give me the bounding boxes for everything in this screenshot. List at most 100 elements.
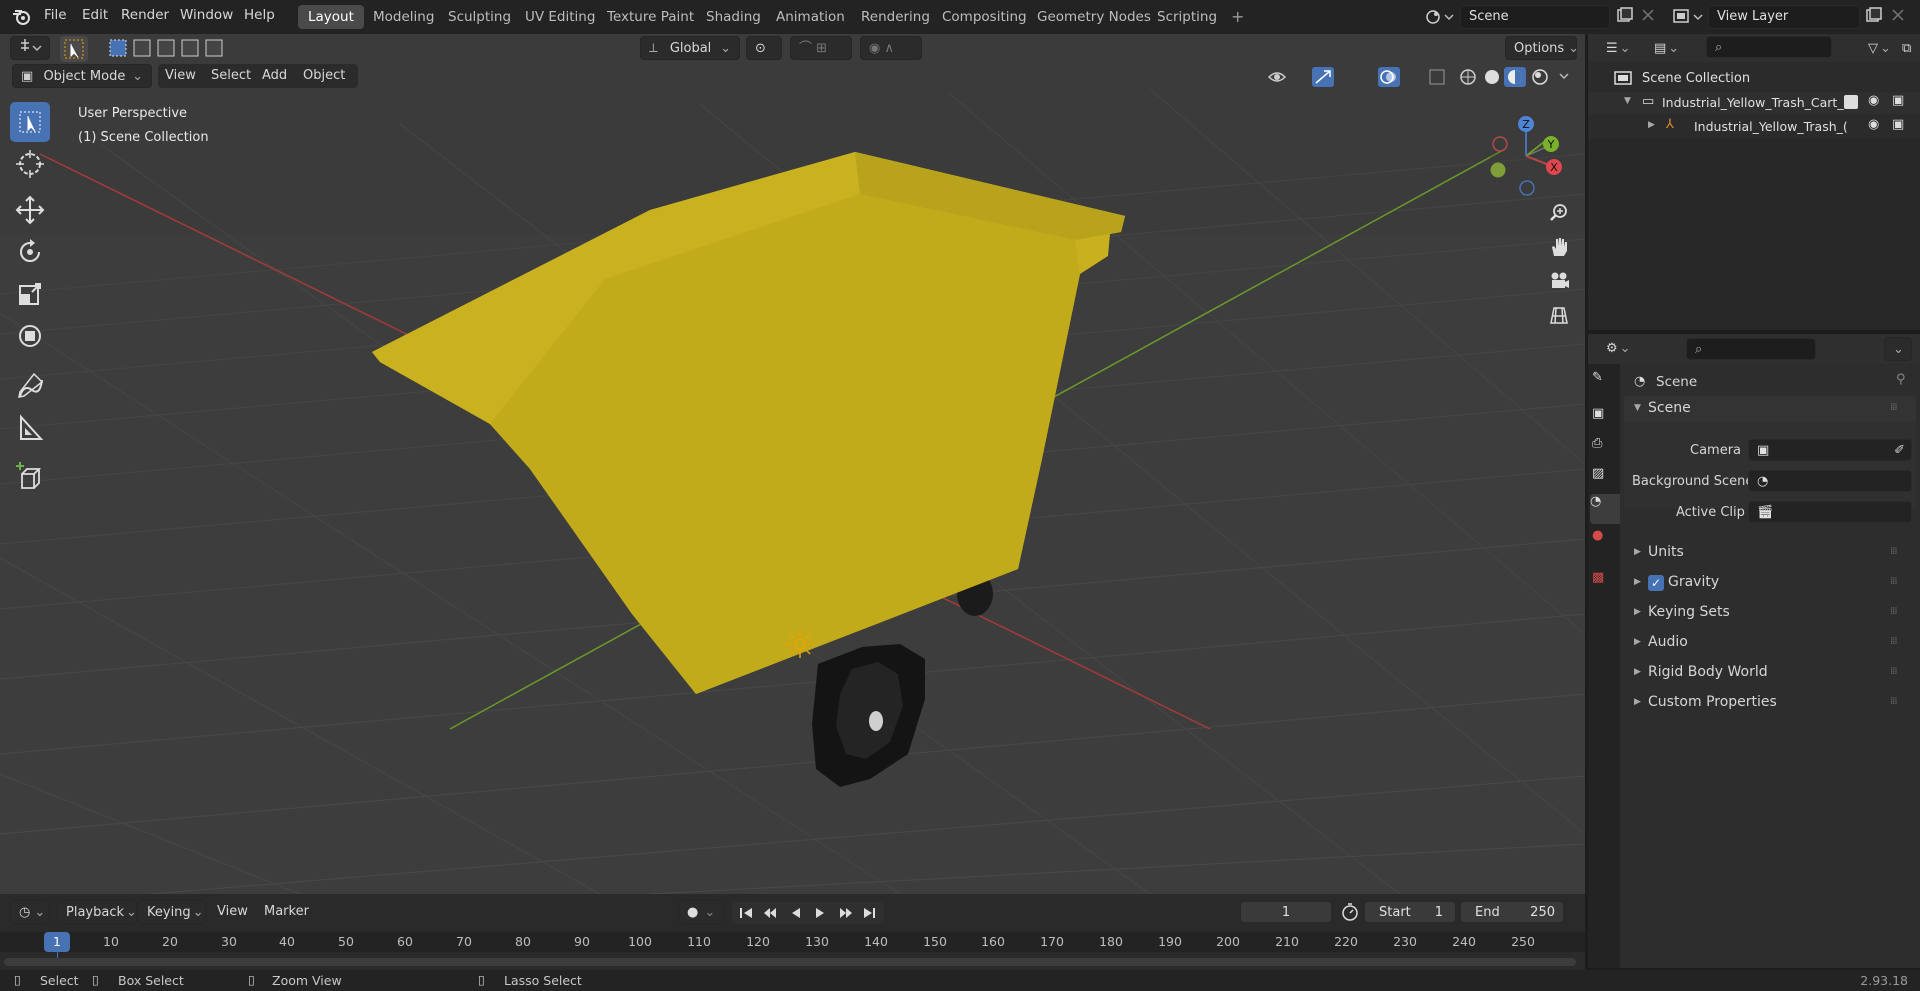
prev-keyframe-icon[interactable] [764, 908, 776, 918]
view-layer-tab-icon[interactable]: ▨ [1592, 466, 1620, 496]
tab-shading[interactable]: Shading [696, 5, 771, 29]
camera-render-icon[interactable]: ▣ [1892, 117, 1904, 132]
output-tab-icon[interactable]: ⎙ [1592, 436, 1620, 466]
timeline-editor[interactable]: ◷ ⌄ Playback ⌄ Keying ⌄ View Marker ● ⌄ 1 St… [0, 894, 1585, 972]
keying-menu[interactable]: Keying ⌄ [138, 900, 206, 924]
drag-handle-icon[interactable]: ⁞⁞⁞ [1890, 576, 1897, 587]
current-frame-field[interactable]: 1 [1240, 901, 1332, 923]
timeline-scrollbar[interactable] [4, 958, 1576, 966]
menu-edit[interactable]: Edit [82, 7, 108, 23]
tool-tab-icon[interactable]: ✎ [1592, 370, 1620, 400]
scene-tab-icon[interactable]: ◔ [1590, 494, 1620, 524]
new-collection-icon[interactable]: ⧉ [1894, 37, 1918, 61]
outliner-editor-type-icon[interactable]: ☰ ⌄ [1598, 37, 1632, 61]
xray-toggle-icon[interactable] [1429, 69, 1445, 85]
start-frame-field[interactable]: Start 1 [1364, 901, 1456, 923]
timeline-editor-type-button[interactable]: ◷ ⌄ [10, 900, 50, 924]
perspective-toggle-icon[interactable] [1546, 302, 1572, 328]
menu-help[interactable]: Help [244, 7, 275, 23]
outliner-row-object[interactable]: ▶ ⅄ Industrial_Yellow_Trash_( ◉ ▣ [1588, 116, 1920, 138]
tab-texture-paint[interactable]: Texture Paint [597, 5, 704, 29]
remove-scene-icon[interactable] [1641, 8, 1655, 22]
properties-search-input[interactable]: ⌕ [1686, 338, 1816, 360]
scene-selector[interactable]: Scene [1460, 5, 1610, 29]
keying-sets-section[interactable]: ▶ Keying Sets ⁞⁞⁞ [1624, 602, 1916, 624]
rotate-tool[interactable] [10, 232, 50, 272]
select-tool-mode-icon[interactable] [60, 36, 88, 62]
proportional-edit-icon[interactable]: ◉ ∧ [860, 36, 922, 60]
active-clip-field[interactable]: 🎬︎ [1748, 501, 1912, 523]
add-workspace-button[interactable]: + [1221, 5, 1254, 29]
jump-start-icon[interactable] [740, 908, 752, 918]
exclude-checkbox[interactable] [1844, 95, 1858, 109]
transform-orientation-dropdown[interactable]: ⟂ Global ⌄ [640, 36, 740, 60]
properties-editor-type-icon[interactable]: ⚙ ⌄ [1598, 337, 1634, 361]
render-tab-icon[interactable]: ▣ [1592, 406, 1620, 436]
camera-render-icon[interactable]: ▣ [1892, 93, 1904, 108]
custom-properties-section[interactable]: ▶ Custom Properties ⁞⁞⁞ [1624, 692, 1916, 714]
tab-scripting[interactable]: Scripting [1147, 5, 1227, 29]
properties-editor[interactable]: ⚙ ⌄ ⌕ ⌄ ✎ ▣ ⎙ ▨ ◔ ● ▩ ◔ Scene ⚲ ▼ Scene ⁞… [1588, 334, 1920, 968]
select-box-tool[interactable] [10, 102, 50, 142]
blender-logo-icon[interactable] [12, 8, 32, 26]
drag-handle-icon[interactable]: ⁞⁞⁞ [1890, 606, 1897, 617]
pin-icon[interactable]: ⚲ [1896, 372, 1906, 387]
menu-render[interactable]: Render [121, 7, 169, 23]
annotate-tool[interactable] [10, 366, 50, 406]
pan-hand-icon[interactable] [1546, 234, 1572, 260]
play-reverse-icon[interactable] [792, 908, 800, 918]
scene-panel-header[interactable]: ▼ Scene ⁞⁞⁞ [1624, 396, 1916, 422]
shading-wireframe-icon[interactable] [1460, 69, 1476, 85]
tab-compositing[interactable]: Compositing [932, 5, 1037, 29]
timeline-marker-menu[interactable]: Marker [256, 900, 317, 924]
view-layer-icon[interactable] [1672, 7, 1706, 27]
pivot-point-icon[interactable]: ⊙ [746, 36, 782, 60]
view-layer-selector[interactable]: View Layer [1708, 5, 1860, 29]
audio-section[interactable]: ▶ Audio ⁞⁞⁞ [1624, 632, 1916, 654]
menu-object[interactable]: Object [295, 64, 353, 88]
expand-triangle-icon[interactable]: ▼ [1624, 96, 1631, 106]
3d-viewport[interactable]: ⟂ Global ⌄ ⊙ ⌒ ⊞ ◉ ∧ Options ⌄ ▣ Object M… [0, 34, 1585, 894]
new-view-layer-icon[interactable] [1864, 7, 1882, 25]
shading-rendered-icon[interactable] [1532, 69, 1548, 85]
camera-field[interactable]: ▣ ✐ [1748, 439, 1912, 461]
remove-view-layer-icon[interactable] [1891, 8, 1905, 22]
selection-mode-icons[interactable] [108, 38, 228, 64]
visibility-icon[interactable] [1267, 72, 1287, 82]
world-tab-icon[interactable]: ● [1592, 528, 1620, 558]
eyedropper-icon[interactable]: ✐ [1894, 440, 1905, 462]
cursor-tool[interactable] [10, 144, 50, 184]
properties-options-dropdown[interactable]: ⌄ [1884, 337, 1912, 361]
scale-tool[interactable] [10, 274, 50, 314]
tab-rendering[interactable]: Rendering [851, 5, 940, 29]
eye-icon[interactable]: ◉ [1868, 93, 1879, 108]
background-scene-field[interactable]: ◔ [1748, 470, 1912, 492]
next-keyframe-icon[interactable] [840, 908, 852, 918]
auto-keying-toggle[interactable]: ● ⌄ [678, 900, 724, 924]
options-dropdown[interactable]: Options ⌄ [1505, 36, 1579, 60]
measure-tool[interactable] [10, 408, 50, 448]
outliner-panel[interactable]: ☰ ⌄ ▤ ⌄ ⌕ ▽ ⌄ ⧉ Scene Collection ▼ ▭ Indust… [1588, 34, 1920, 330]
eye-icon[interactable]: ◉ [1868, 117, 1879, 132]
menu-window[interactable]: Window [180, 7, 233, 23]
outliner-search-input[interactable]: ⌕ [1706, 36, 1832, 58]
menu-select[interactable]: Select [203, 64, 259, 88]
add-cube-tool[interactable] [10, 458, 50, 498]
playback-menu[interactable]: Playback ⌄ [57, 900, 137, 924]
gravity-checkbox[interactable]: ✓ [1648, 575, 1664, 591]
tab-layout[interactable]: Layout [298, 5, 364, 29]
tab-sculpting[interactable]: Sculpting [438, 5, 521, 29]
zoom-icon[interactable] [1546, 200, 1572, 226]
timeline-view-menu[interactable]: View [209, 900, 256, 924]
gravity-section[interactable]: ▶ ✓ Gravity ⁞⁞⁞ [1624, 572, 1916, 594]
end-frame-field[interactable]: End 250 [1460, 901, 1564, 923]
camera-view-icon[interactable] [1546, 268, 1572, 294]
drag-handle-icon[interactable]: ⁞⁞⁞ [1890, 666, 1897, 677]
tab-uv-editing[interactable]: UV Editing [515, 5, 605, 29]
display-mode-icon[interactable]: ▤ ⌄ [1646, 37, 1682, 61]
menu-view[interactable]: View [157, 64, 204, 88]
scene-icon[interactable] [1425, 7, 1455, 27]
new-scene-icon[interactable] [1615, 7, 1633, 25]
snap-icon[interactable]: ⌒ ⊞ [790, 36, 852, 60]
navigation-gizmo[interactable]: Z Y X [1484, 106, 1564, 196]
